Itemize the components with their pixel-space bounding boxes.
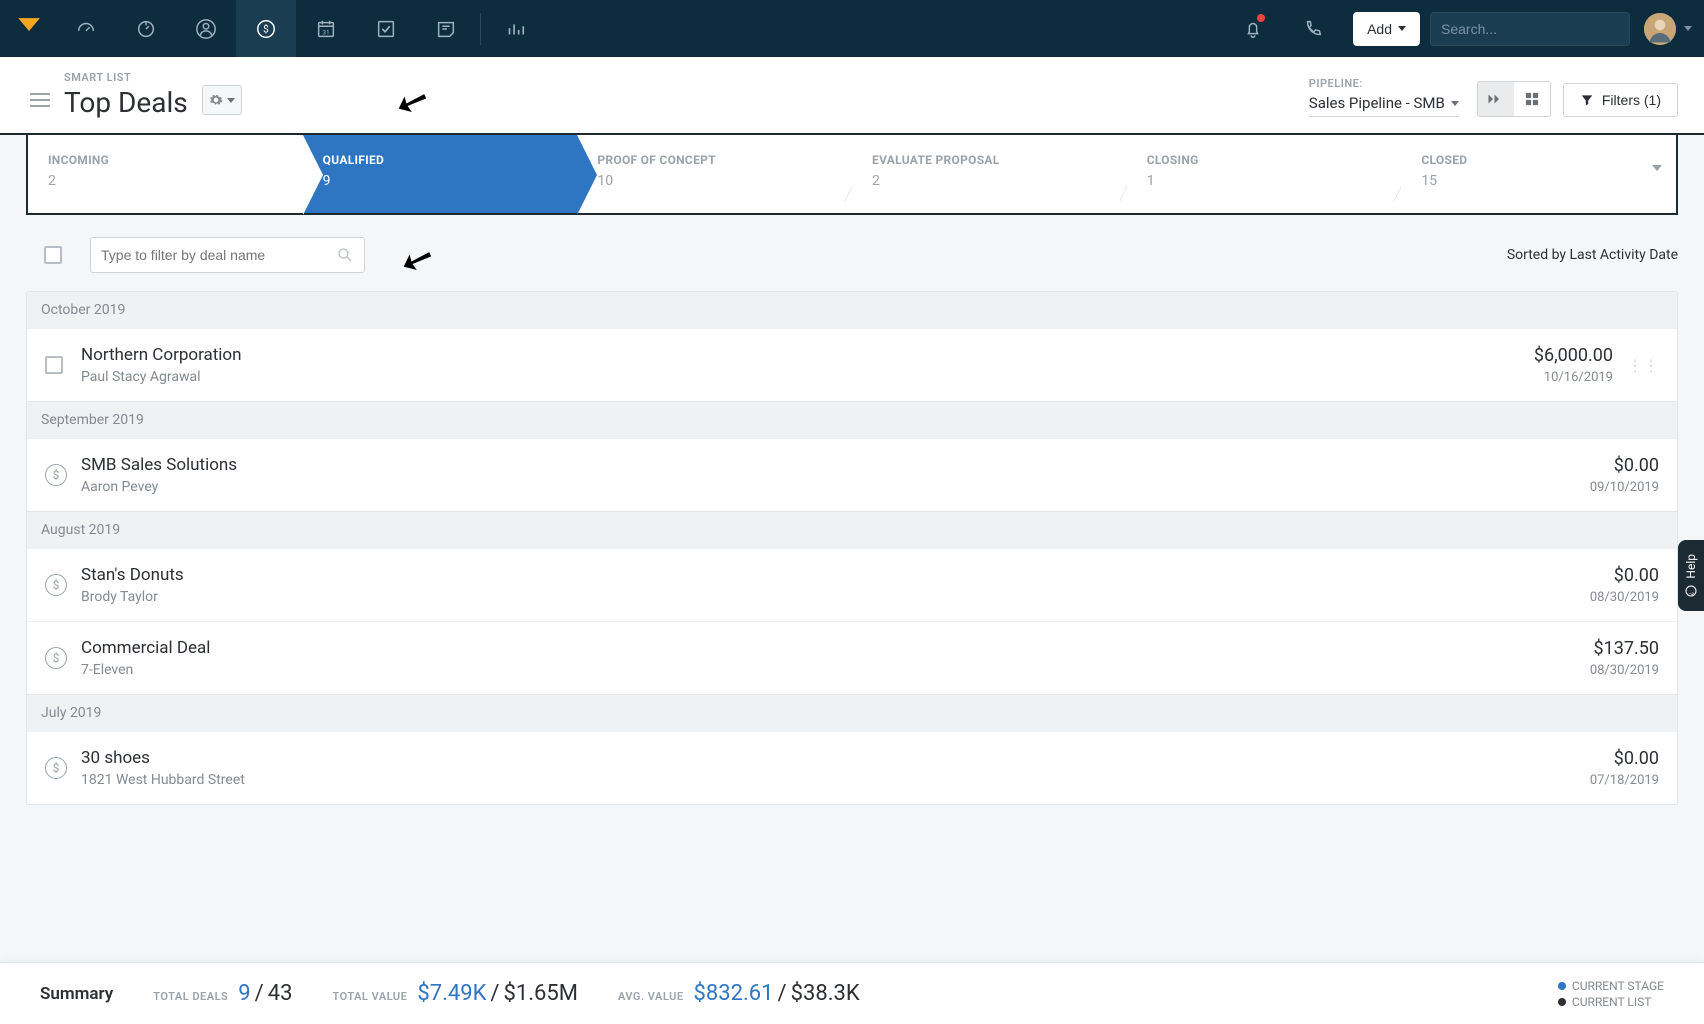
deal-name: SMB Sales Solutions	[81, 455, 1590, 475]
pipeline-label: PIPELINE:	[1309, 77, 1459, 90]
avg-value-list: $38.3K	[791, 981, 860, 1006]
notifications-icon[interactable]	[1223, 0, 1283, 57]
stage-qualified[interactable]: QUALIFIED 9	[303, 135, 578, 213]
summary-title: Summary	[40, 984, 113, 1004]
list-toolbar: Sorted by Last Activity Date	[0, 215, 1704, 291]
search-input[interactable]	[1441, 21, 1622, 37]
deal-date: 07/18/2019	[1590, 773, 1659, 788]
deal-name: Stan's Donuts	[81, 565, 1590, 585]
user-avatar[interactable]	[1644, 13, 1676, 45]
deal-value: $0.00	[1590, 748, 1659, 769]
page-header: SMART LIST Top Deals PIPELINE: Sales Pip…	[0, 57, 1704, 135]
drag-handle-icon[interactable]: ⋮⋮	[1627, 356, 1659, 375]
deal-row[interactable]: $ Stan's Donuts Brody Taylor$0.00 08/30/201…	[27, 548, 1677, 621]
deal-date: 10/16/2019	[1534, 370, 1613, 385]
total-value-label: TOTAL VALUE	[332, 990, 407, 1003]
help-icon: ?	[1685, 585, 1697, 597]
phone-icon[interactable]	[1283, 0, 1343, 57]
funnel-icon	[1580, 93, 1594, 107]
group-header: September 2019	[27, 401, 1677, 438]
total-value-list: $1.65M	[503, 981, 577, 1006]
list-view-button[interactable]	[1478, 82, 1514, 116]
deal-value: $137.50	[1590, 638, 1659, 659]
help-tab[interactable]: Help ?	[1678, 540, 1704, 611]
deal-contact: Brody Taylor	[81, 589, 1590, 605]
total-deals-label: TOTAL DEALS	[153, 990, 228, 1003]
deal-filter-input[interactable]	[101, 247, 336, 263]
caret-down-icon	[1398, 26, 1406, 31]
deal-filter[interactable]	[90, 237, 365, 273]
deal-value: $0.00	[1590, 455, 1659, 476]
deal-value: $6,000.00	[1534, 345, 1613, 366]
avg-value-stage: $832.61	[694, 981, 774, 1006]
currency-icon: $	[45, 757, 67, 779]
deal-row[interactable]: Northern Corporation Paul Stacy Agrawal$6…	[27, 328, 1677, 401]
reports-icon[interactable]	[485, 0, 545, 57]
add-button[interactable]: Add	[1353, 12, 1420, 46]
stage-closed[interactable]: CLOSED 15	[1401, 135, 1676, 213]
deal-row[interactable]: $ Commercial Deal 7-Eleven$137.50 08/30/201…	[27, 621, 1677, 694]
board-view-button[interactable]	[1514, 82, 1550, 116]
currency-icon: $	[45, 464, 67, 486]
tasks-icon[interactable]	[356, 0, 416, 57]
svg-text:$: $	[263, 22, 269, 35]
calendar-icon[interactable]: 31	[296, 0, 356, 57]
list-settings-button[interactable]	[202, 85, 242, 115]
filters-button[interactable]: Filters (1)	[1563, 83, 1678, 117]
deal-contact: Paul Stacy Agrawal	[81, 369, 1534, 385]
deals-list: October 2019 Northern Corporation Paul Sta…	[26, 291, 1678, 805]
pipeline-select[interactable]: Sales Pipeline - SMB	[1309, 94, 1459, 117]
deal-value: $0.00	[1590, 565, 1659, 586]
caret-down-icon	[1652, 165, 1662, 171]
deal-checkbox[interactable]	[45, 356, 63, 374]
summary-bar: Summary TOTAL DEALS 9 / 43 TOTAL VALUE $…	[0, 962, 1704, 1024]
currency-icon: $	[45, 574, 67, 596]
app-logo[interactable]	[12, 12, 46, 46]
deal-date: 09/10/2019	[1590, 480, 1659, 495]
stage-proof-of-concept[interactable]: PROOF OF CONCEPT 10	[577, 135, 852, 213]
stage-evaluate-proposal[interactable]: EVALUATE PROPOSAL 2	[852, 135, 1127, 213]
total-value-stage: $7.49K	[417, 981, 486, 1006]
inbox-icon[interactable]	[416, 0, 476, 57]
caret-down-icon	[1451, 101, 1459, 106]
svg-text:?: ?	[1687, 592, 1695, 595]
summary-legend: CURRENT STAGE CURRENT LIST	[1558, 977, 1664, 1011]
deal-name: 30 shoes	[81, 748, 1590, 768]
deal-name: Commercial Deal	[81, 638, 1590, 658]
currency-icon: $	[45, 647, 67, 669]
gear-icon	[209, 93, 223, 107]
user-menu-caret[interactable]	[1684, 26, 1692, 31]
select-all-checkbox[interactable]	[44, 246, 62, 264]
group-header: August 2019	[27, 511, 1677, 548]
dashboard-icon[interactable]	[56, 0, 116, 57]
stage-closing[interactable]: CLOSING 1	[1127, 135, 1402, 213]
deal-date: 08/30/2019	[1590, 590, 1659, 605]
deal-contact: 7-Eleven	[81, 662, 1590, 678]
deal-contact: 1821 West Hubbard Street	[81, 772, 1590, 788]
smart-list-label: SMART LIST	[64, 71, 188, 84]
page-title: Top Deals	[64, 86, 188, 119]
top-nav: $ 31 Add	[0, 0, 1704, 57]
sort-label[interactable]: Sorted by Last Activity Date	[1507, 247, 1678, 263]
global-search[interactable]	[1430, 12, 1630, 46]
deal-date: 08/30/2019	[1590, 663, 1659, 678]
sidebar-toggle[interactable]	[30, 89, 50, 111]
total-deals-list: 43	[268, 981, 293, 1006]
total-deals-stage: 9	[238, 981, 250, 1006]
deal-row[interactable]: $ SMB Sales Solutions Aaron Pevey$0.00 09/1…	[27, 438, 1677, 511]
deal-contact: Aaron Pevey	[81, 479, 1590, 495]
avg-value-label: AVG. VALUE	[618, 990, 684, 1003]
contacts-icon[interactable]	[176, 0, 236, 57]
group-header: October 2019	[27, 292, 1677, 328]
pipeline-stages: INCOMING 2 QUALIFIED 9 PROOF OF CONCEPT …	[26, 135, 1678, 215]
stage-incoming[interactable]: INCOMING 2	[28, 135, 303, 213]
search-icon	[336, 246, 354, 264]
group-header: July 2019	[27, 694, 1677, 731]
deal-name: Northern Corporation	[81, 345, 1534, 365]
deal-row[interactable]: $30 shoes 1821 West Hubbard Street$0.00 07…	[27, 731, 1677, 804]
svg-text:31: 31	[322, 28, 329, 36]
view-toggle	[1477, 81, 1551, 117]
deals-icon[interactable]: $	[236, 0, 296, 57]
target-icon[interactable]	[116, 0, 176, 57]
